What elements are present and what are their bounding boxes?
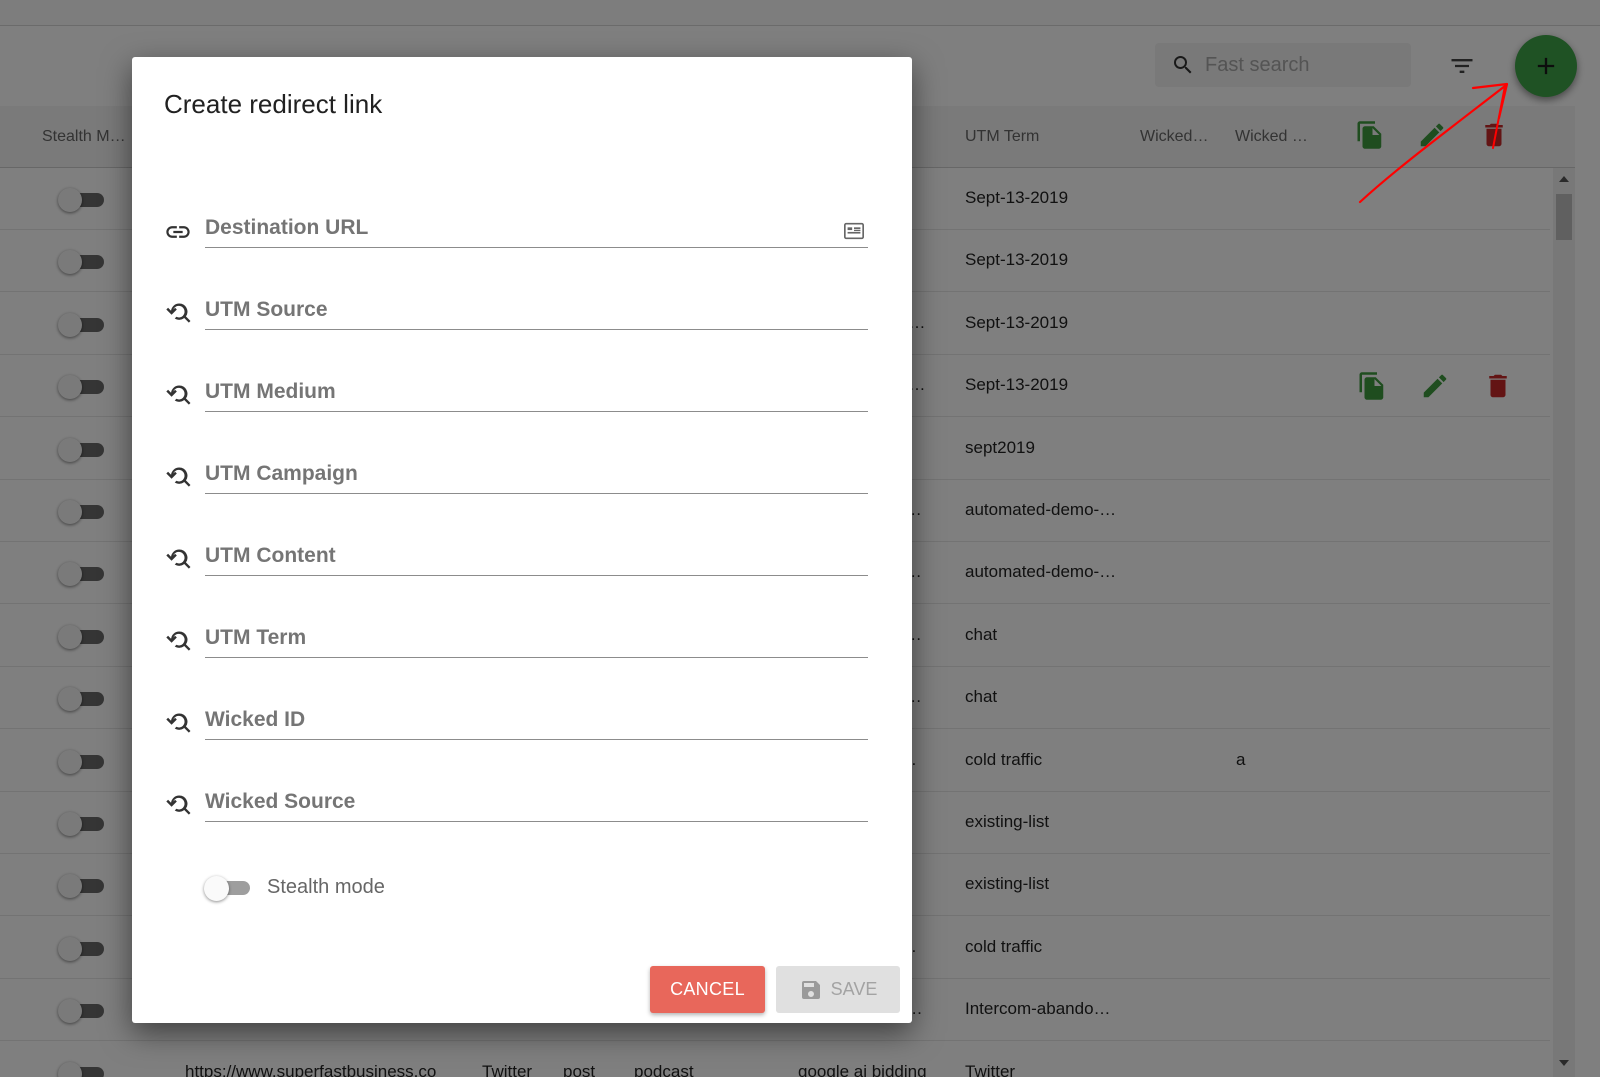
floppy-disk-icon (801, 980, 820, 999)
utm-term-field[interactable] (164, 614, 868, 666)
toggle-thumb (204, 876, 229, 901)
stealth-mode-toggle[interactable] (204, 875, 252, 901)
contact-card-icon[interactable] (843, 220, 865, 242)
search-history-icon (166, 467, 191, 487)
search-history-icon (166, 303, 191, 323)
destination-url-field[interactable] (164, 204, 868, 256)
link-icon (166, 226, 190, 238)
utm-source-input[interactable] (205, 294, 868, 330)
search-history-icon (166, 549, 191, 569)
utm-term-input[interactable] (205, 622, 868, 658)
utm-source-field[interactable] (164, 286, 868, 338)
utm-campaign-input[interactable] (205, 458, 868, 494)
utm-medium-input[interactable] (205, 376, 868, 412)
utm-content-field[interactable] (164, 532, 868, 584)
search-history-icon (166, 385, 191, 405)
wicked-source-input[interactable] (205, 786, 868, 822)
wicked-id-input[interactable] (205, 704, 868, 740)
save-button[interactable]: SAVE (776, 966, 900, 1013)
search-history-icon (166, 713, 191, 733)
destination-url-input[interactable] (205, 212, 868, 248)
wicked-id-field[interactable] (164, 696, 868, 748)
utm-content-input[interactable] (205, 540, 868, 576)
save-button-label: SAVE (830, 979, 878, 999)
cancel-button[interactable]: CANCEL (650, 966, 765, 1013)
utm-campaign-field[interactable] (164, 450, 868, 502)
search-history-icon (166, 795, 191, 815)
dialog-title: Create redirect link (164, 89, 383, 119)
wicked-source-field[interactable] (164, 778, 868, 830)
utm-medium-field[interactable] (164, 368, 868, 420)
stealth-mode-label: Stealth mode (267, 876, 385, 898)
search-history-icon (166, 631, 191, 651)
